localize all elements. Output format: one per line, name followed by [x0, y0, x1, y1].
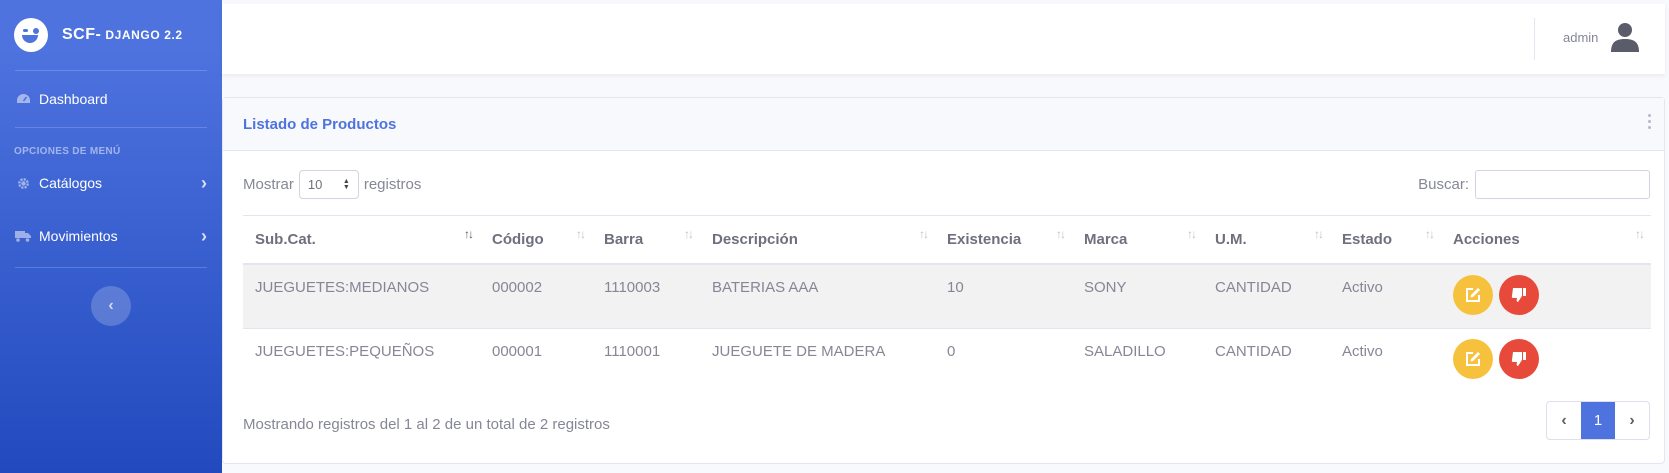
- sidebar-heading: OPCIONES DE MENÚ: [14, 146, 121, 157]
- previous-page-button[interactable]: ‹: [1547, 402, 1581, 439]
- laugh-wink-icon: [14, 18, 48, 52]
- deactivate-button[interactable]: [1499, 338, 1540, 379]
- page-length-select[interactable]: 10 ▲ ▼: [298, 170, 359, 199]
- sort-icon: ↑↓: [1314, 227, 1324, 241]
- sidebar-divider: [15, 267, 207, 268]
- brand-main: SCF-: [62, 26, 102, 43]
- pagination: ‹ 1 ›: [1546, 401, 1650, 440]
- column-header-existencia[interactable]: Existencia ↑↓: [935, 215, 1072, 265]
- cell-descripcion: JUEGUETE DE MADERA: [700, 327, 935, 392]
- cell-descripcion: BATERIAS AAA: [700, 264, 935, 328]
- column-header-descripcion[interactable]: Descripción ↑↓: [700, 215, 935, 265]
- sidebar-item-movimientos[interactable]: Movimientos ›: [0, 205, 222, 267]
- sidebar-item-catalogos[interactable]: Catálogos ›: [0, 161, 222, 205]
- edit-icon: [1466, 351, 1480, 366]
- chevron-left-icon: ‹: [1561, 411, 1567, 429]
- brand-sub: DJANGO 2.2: [105, 28, 183, 42]
- sidebar-item-dashboard[interactable]: Dashboard: [0, 71, 222, 127]
- cell-acciones: [1441, 327, 1651, 392]
- sort-icon: ↑↓: [1187, 227, 1197, 241]
- cell-subcat: JUEGUETES:MEDIANOS: [243, 264, 480, 328]
- column-header-subcat[interactable]: Sub.Cat. ↑↓: [243, 215, 480, 265]
- edit-icon: [1466, 288, 1480, 302]
- sidebar-toggle-button[interactable]: ‹: [91, 286, 131, 326]
- cell-estado: Activo: [1330, 327, 1441, 392]
- records-label: registros: [363, 176, 422, 193]
- column-header-um[interactable]: U.M. ↑↓: [1203, 215, 1330, 265]
- sort-icon: ↑↓: [1425, 227, 1435, 241]
- ellipsis-vertical-icon[interactable]: [1648, 114, 1652, 129]
- sidebar: SCF- DJANGO 2.2 Dashboard OPCIONES DE MEN…: [0, 0, 222, 473]
- sort-icon: ↑↓: [684, 227, 694, 241]
- products-table: Sub.Cat. ↑↓ Código ↑↓ Barra ↑↓ Descripción ↑…: [243, 215, 1651, 392]
- show-label: Mostrar: [243, 176, 294, 193]
- select-arrows-icon: ▲ ▼: [342, 178, 350, 191]
- cell-barra: 1110001: [592, 327, 700, 392]
- cell-marca: SONY: [1072, 264, 1203, 328]
- edit-button[interactable]: [1453, 338, 1493, 379]
- edit-button[interactable]: [1453, 275, 1493, 315]
- next-page-button[interactable]: ›: [1615, 402, 1649, 439]
- search-label: Buscar:: [1418, 176, 1469, 193]
- column-header-estado[interactable]: Estado ↑↓: [1330, 215, 1441, 265]
- table-row: JUEGUETES:PEQUEÑOS 000001 1110001 JUEGUE…: [243, 327, 1651, 392]
- cell-existencia: 0: [935, 327, 1072, 392]
- search-input[interactable]: [1475, 170, 1650, 199]
- cell-existencia: 10: [935, 264, 1072, 328]
- chevron-right-icon: ›: [201, 225, 207, 246]
- sidebar-item-label: Movimientos: [39, 228, 118, 244]
- cog-icon: [15, 176, 31, 190]
- column-header-acciones[interactable]: Acciones ↑↓: [1441, 215, 1651, 265]
- sort-icon: ↑↓: [576, 227, 586, 241]
- column-header-codigo[interactable]: Código ↑↓: [480, 215, 592, 265]
- topbar: admin: [222, 4, 1665, 74]
- sort-icon: ↑↓: [919, 227, 929, 241]
- cell-marca: SALADILLO: [1072, 327, 1203, 392]
- column-header-barra[interactable]: Barra ↑↓: [592, 215, 700, 265]
- sort-icon: ↑↓: [464, 227, 474, 241]
- table-header-row: Sub.Cat. ↑↓ Código ↑↓ Barra ↑↓ Descripción ↑…: [243, 215, 1651, 265]
- tachometer-icon: [15, 92, 31, 106]
- cell-subcat: JUEGUETES:PEQUEÑOS: [243, 327, 480, 392]
- cell-um: CANTIDAD: [1203, 327, 1330, 392]
- thumbs-down-icon: [1511, 288, 1527, 302]
- sidebar-item-label: Catálogos: [39, 175, 103, 191]
- cell-barra: 1110003: [592, 264, 700, 328]
- card-header: Listado de Productos: [223, 98, 1664, 151]
- cell-codigo: 000002: [480, 264, 592, 328]
- thumbs-down-icon: [1511, 351, 1527, 366]
- sort-icon: ↑↓: [1635, 227, 1645, 241]
- topbar-divider: [1534, 18, 1535, 60]
- products-card: Listado de Productos Mostrar 10 ▲ ▼ regis…: [222, 97, 1665, 464]
- cell-um: CANTIDAD: [1203, 264, 1330, 328]
- deactivate-button[interactable]: [1499, 275, 1540, 315]
- chevron-right-icon: ›: [1629, 411, 1635, 429]
- search-control: Buscar:: [1418, 170, 1650, 199]
- cell-estado: Activo: [1330, 264, 1441, 328]
- column-header-marca[interactable]: Marca ↑↓: [1072, 215, 1203, 265]
- sort-icon: ↑↓: [1056, 227, 1066, 241]
- chevron-right-icon: ›: [201, 172, 207, 193]
- page-button[interactable]: 1: [1581, 402, 1615, 439]
- page-length-control: Mostrar 10 ▲ ▼ registros: [243, 170, 421, 199]
- table-info: Mostrando registros del 1 al 2 de un tot…: [243, 416, 610, 433]
- cell-acciones: [1441, 264, 1651, 328]
- brand[interactable]: SCF- DJANGO 2.2: [0, 0, 222, 70]
- cell-codigo: 000001: [480, 327, 592, 392]
- user-icon[interactable]: [1611, 22, 1639, 52]
- brand-text: SCF- DJANGO 2.2: [62, 26, 183, 44]
- sidebar-item-label: Dashboard: [39, 91, 108, 107]
- page-length-value: 10: [307, 177, 323, 192]
- chevron-left-icon: ‹: [108, 297, 114, 314]
- card-title: Listado de Productos: [243, 115, 397, 133]
- user-name[interactable]: admin: [1563, 30, 1598, 45]
- truck-icon: [15, 229, 31, 243]
- table-row: JUEGUETES:MEDIANOS 000002 1110003 BATERI…: [243, 264, 1651, 328]
